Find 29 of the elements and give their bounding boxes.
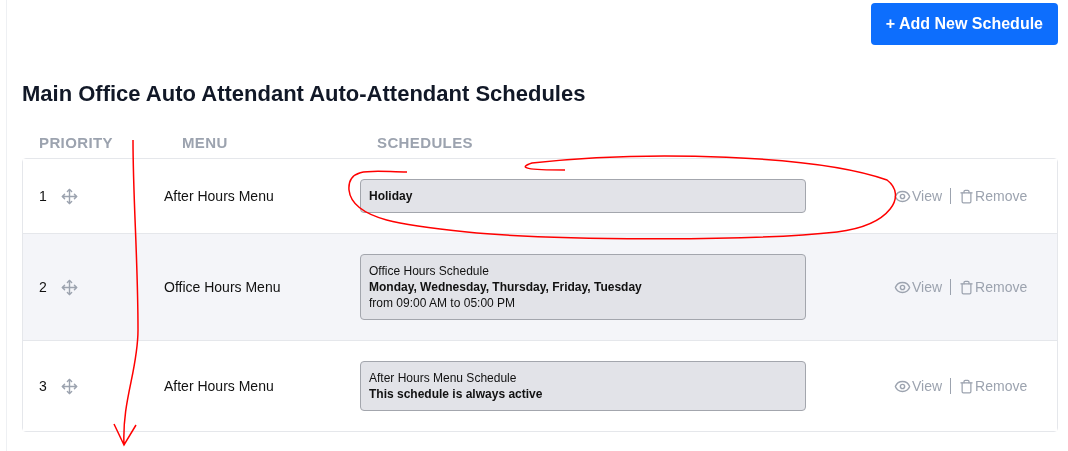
drag-handle-icon[interactable]	[61, 187, 78, 205]
remove-link[interactable]: Remove	[959, 375, 1028, 397]
menu-name: After Hours Menu	[164, 376, 275, 396]
add-schedule-button[interactable]: + Add New Schedule	[870, 3, 1058, 45]
trash-icon	[959, 378, 975, 394]
remove-link[interactable]: Remove	[959, 185, 1028, 207]
view-link[interactable]: View	[894, 375, 943, 397]
schedule-text: This schedule is always active	[369, 386, 544, 402]
priority-number: 1	[39, 186, 48, 206]
page-title: Main Office Auto Attendant Auto-Attendant Schedules	[22, 80, 587, 108]
view-link[interactable]: View	[894, 276, 943, 298]
schedule-text: Monday, Wednesday, Thursday, Friday, Tuesday	[369, 279, 643, 295]
column-header: SCHEDULES	[377, 132, 473, 153]
trash-icon	[959, 188, 975, 204]
priority-number: 3	[39, 376, 48, 396]
schedule-text: After Hours Menu Schedule	[369, 370, 518, 386]
column-header: MENU	[182, 132, 229, 153]
remove-link[interactable]: Remove	[959, 276, 1028, 298]
drag-handle-icon[interactable]	[61, 278, 78, 296]
schedule-text: from 09:00 AM to 05:00 PM	[369, 295, 517, 311]
priority-number: 2	[39, 277, 48, 297]
drag-handle-icon[interactable]	[61, 377, 78, 395]
column-header: PRIORITY	[39, 132, 114, 153]
trash-icon	[959, 279, 975, 295]
view-link[interactable]: View	[894, 185, 943, 207]
schedule-text: Holiday	[369, 188, 414, 204]
schedule-text: Office Hours Schedule	[369, 263, 490, 279]
menu-name: After Hours Menu	[164, 186, 275, 206]
menu-name: Office Hours Menu	[164, 277, 282, 297]
